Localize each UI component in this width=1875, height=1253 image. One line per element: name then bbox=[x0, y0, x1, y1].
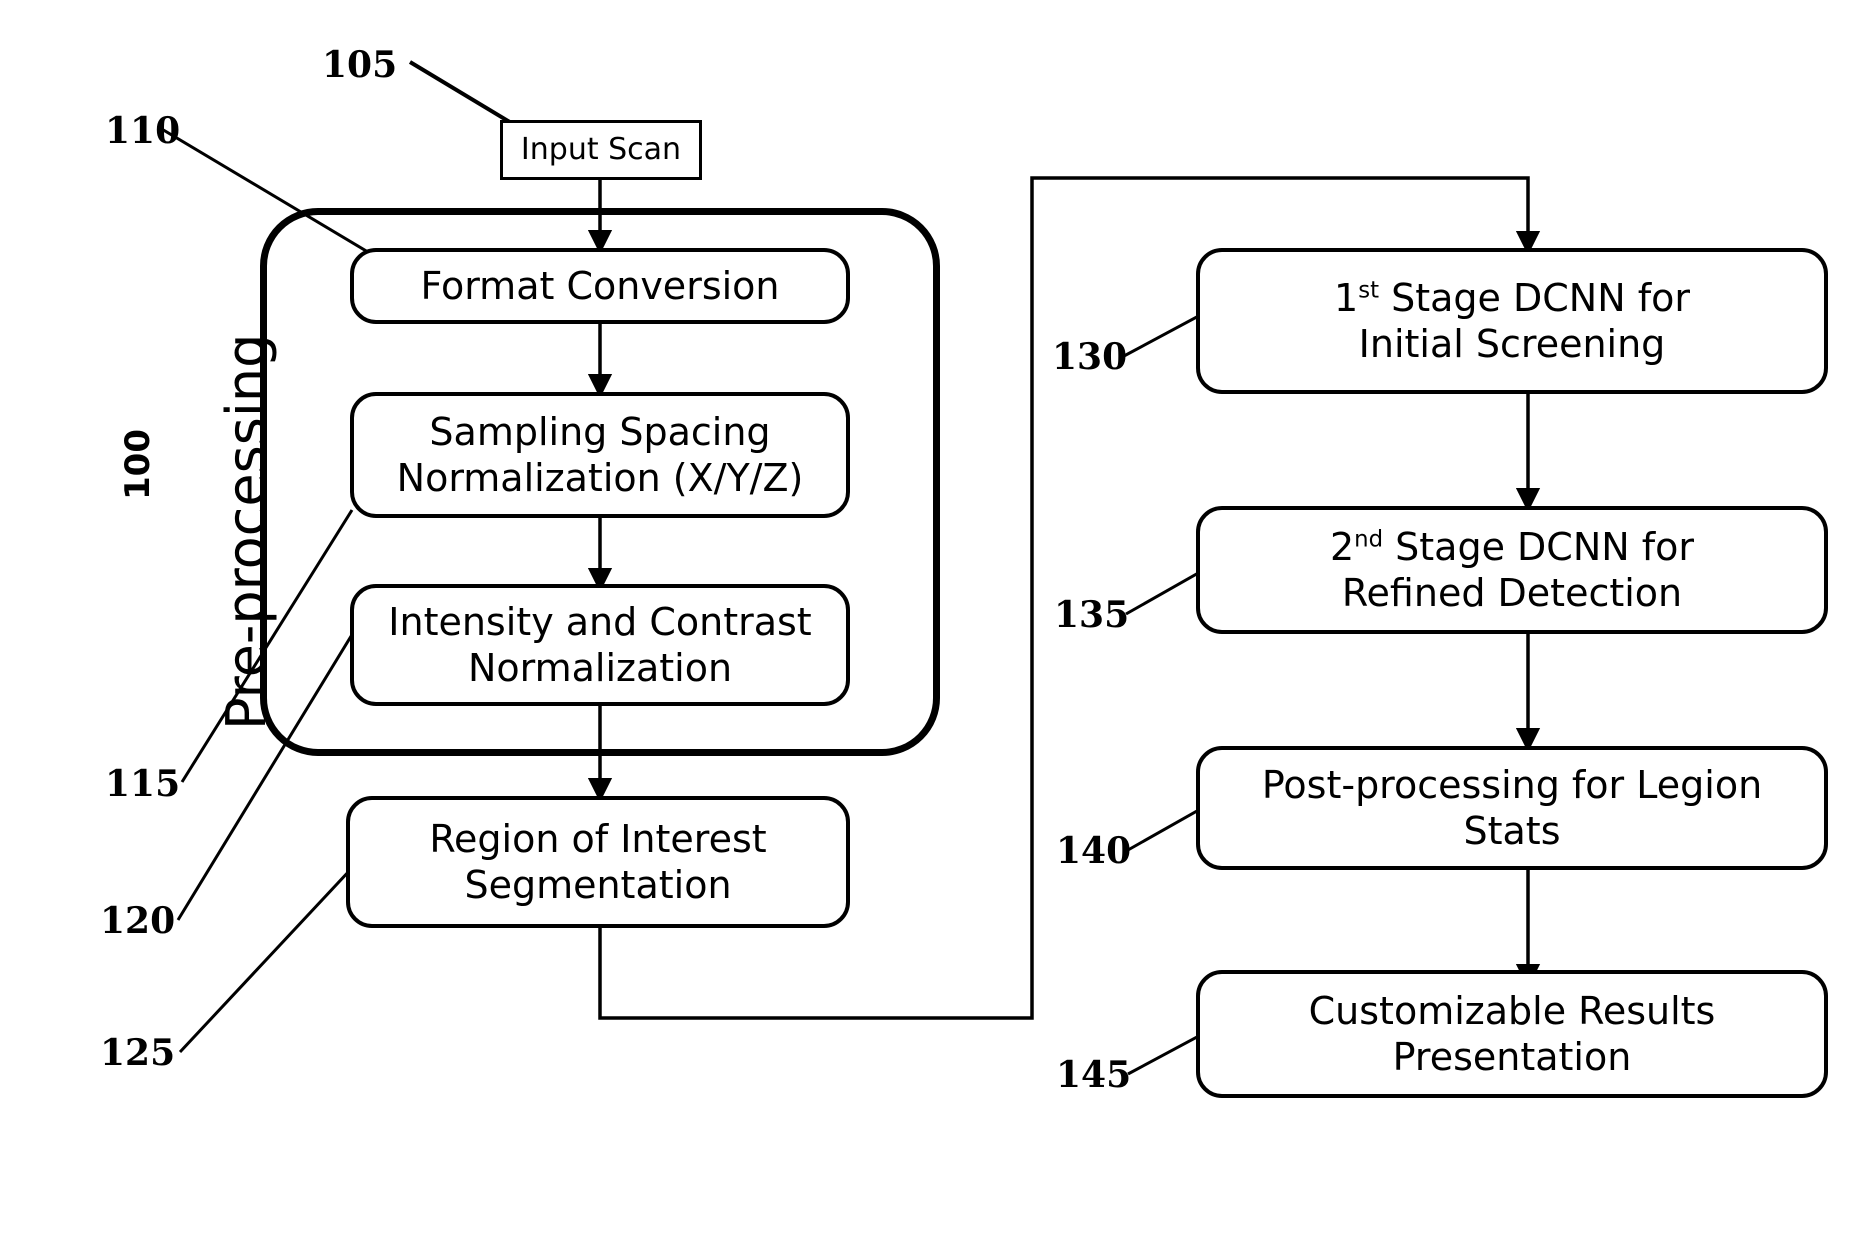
node-dcnn1-line2: Initial Screening bbox=[1358, 322, 1666, 366]
ref-140: 140 bbox=[1056, 830, 1132, 872]
node-sampling-line2: Normalization (X/Y/Z) bbox=[396, 456, 804, 500]
node-first-stage-dcnn[interactable]: 1st Stage DCNN for Initial Screening bbox=[1196, 248, 1828, 394]
leader-105 bbox=[408, 60, 515, 126]
node-customizable-results-presentation-label: Customizable Results Presentation bbox=[1295, 988, 1730, 1081]
node-postproc-line2: Stats bbox=[1463, 809, 1561, 853]
node-format-conversion-label: Format Conversion bbox=[420, 263, 780, 308]
node-second-stage-dcnn[interactable]: 2nd Stage DCNN for Refined Detection bbox=[1196, 506, 1828, 634]
ref-130: 130 bbox=[1052, 336, 1128, 378]
node-results-line1: Customizable Results bbox=[1308, 988, 1716, 1033]
ref-125: 125 bbox=[100, 1032, 176, 1074]
node-dcnn2-line1-rest: Stage DCNN for bbox=[1383, 524, 1695, 569]
node-region-of-interest-segmentation-label: Region of Interest Segmentation bbox=[415, 816, 780, 909]
node-second-stage-dcnn-label: 2nd Stage DCNN for Refined Detection bbox=[1316, 524, 1708, 617]
node-intensity-line1: Intensity and Contrast bbox=[388, 599, 812, 644]
node-first-stage-dcnn-label: 1st Stage DCNN for Initial Screening bbox=[1320, 275, 1704, 368]
node-sampling-spacing-normalization-label: Sampling Spacing Normalization (X/Y/Z) bbox=[383, 409, 818, 502]
ref-145: 145 bbox=[1056, 1054, 1132, 1096]
node-roi-line2: Segmentation bbox=[464, 863, 732, 907]
ref-120: 120 bbox=[100, 900, 176, 942]
node-roi-line1: Region of Interest bbox=[429, 816, 767, 861]
node-dcnn1-ordinal-suffix: st bbox=[1358, 276, 1380, 303]
node-intensity-contrast-normalization[interactable]: Intensity and Contrast Normalization bbox=[350, 584, 850, 706]
node-post-processing-legion-stats[interactable]: Post-processing for Legion Stats bbox=[1196, 746, 1828, 870]
node-dcnn2-line2: Refined Detection bbox=[1341, 571, 1683, 615]
node-intensity-line2: Normalization bbox=[467, 646, 733, 690]
figure-canvas: Pre-processing 100 105 110 115 120 125 1… bbox=[0, 0, 1875, 1253]
node-dcnn2-line1: 2nd Stage DCNN for bbox=[1330, 525, 1694, 569]
node-results-line2: Presentation bbox=[1392, 1035, 1632, 1079]
node-dcnn2-ordinal: 2 bbox=[1329, 524, 1355, 569]
ref-135: 135 bbox=[1054, 594, 1130, 636]
preprocessing-group-label: Pre-processing bbox=[215, 333, 278, 730]
node-postproc-line1: Post-processing for Legion bbox=[1261, 762, 1763, 807]
node-dcnn1-ordinal: 1 bbox=[1334, 275, 1359, 320]
node-dcnn1-line1: 1st Stage DCNN for bbox=[1334, 276, 1690, 320]
ref-115: 115 bbox=[105, 763, 181, 805]
node-input-scan-label: Input Scan bbox=[520, 131, 682, 167]
node-format-conversion[interactable]: Format Conversion bbox=[350, 248, 850, 324]
ref-105: 105 bbox=[322, 44, 398, 86]
node-post-processing-legion-stats-label: Post-processing for Legion Stats bbox=[1248, 762, 1776, 855]
node-sampling-spacing-normalization[interactable]: Sampling Spacing Normalization (X/Y/Z) bbox=[350, 392, 850, 518]
node-customizable-results-presentation[interactable]: Customizable Results Presentation bbox=[1196, 970, 1828, 1098]
ref-110: 110 bbox=[105, 110, 181, 152]
node-dcnn1-line1-rest: Stage DCNN for bbox=[1379, 275, 1690, 320]
ref-100: 100 bbox=[118, 429, 158, 500]
node-dcnn2-ordinal-suffix: nd bbox=[1354, 525, 1384, 552]
node-input-scan[interactable]: Input Scan bbox=[500, 120, 702, 180]
node-sampling-line1: Sampling Spacing bbox=[429, 409, 771, 454]
node-region-of-interest-segmentation[interactable]: Region of Interest Segmentation bbox=[346, 796, 850, 928]
node-intensity-contrast-normalization-label: Intensity and Contrast Normalization bbox=[374, 599, 825, 692]
